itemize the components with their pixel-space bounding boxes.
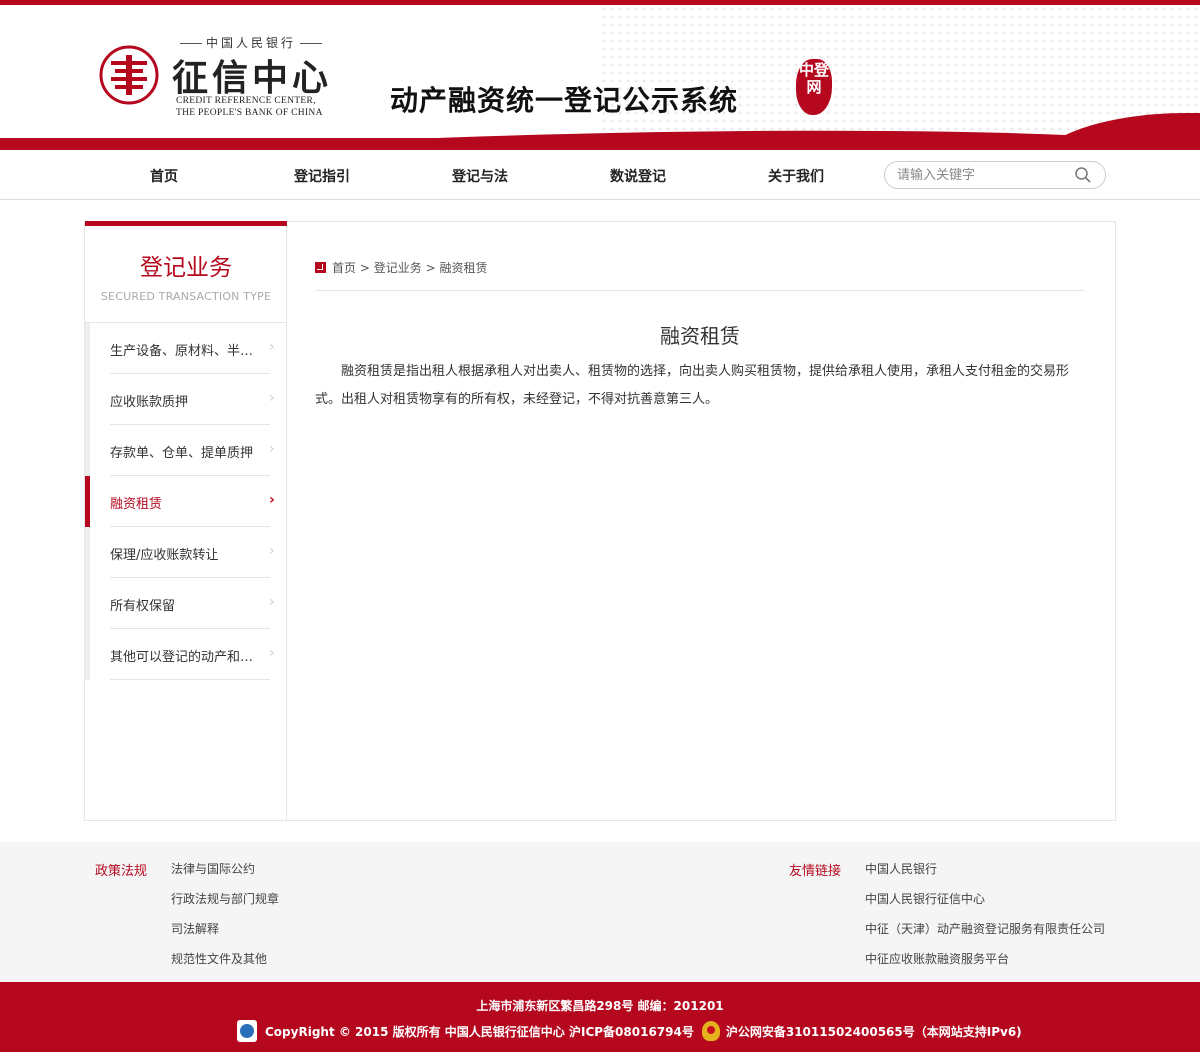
breadcrumb-separator: > (359, 261, 370, 275)
sidebar-item-label: 应收账款质押 (110, 395, 189, 410)
sidebar-item-label: 其他可以登记的动产和… (110, 650, 254, 665)
sidebar-subtitle: SECURED TRANSACTION TYPE (100, 290, 272, 303)
article-title: 融资租赁 (660, 324, 740, 348)
footer-address: 上海市浦东新区繁昌路298号 邮编：201201 (476, 999, 724, 1013)
content-area: 首页 > 登记业务 > 融资租赁 融资租赁 融资租赁是指出租人根据承租人对出卖人… (315, 222, 1085, 821)
friend-link-pboc[interactable]: 中国人民银行 (865, 860, 937, 877)
sidebar-title: 登记业务 (140, 255, 232, 281)
logo-english-line2: THE PEOPLE'S BANK OF CHINA (176, 108, 323, 118)
footer-copyright: CopyRight © 2015 版权所有 中国人民银行征信中心 沪ICP备08… (265, 1025, 694, 1039)
breadcrumb-current: 融资租赁 (439, 261, 488, 275)
policy-link-normative[interactable]: 规范性文件及其他 (171, 950, 267, 967)
main-panel: 登记业务 SECURED TRANSACTION TYPE 生产设备、原材料、半… (84, 221, 1116, 821)
sidebar-item-factoring[interactable]: 保理/应收账款转让 › (85, 527, 287, 578)
logo-english-line1: CREDIT REFERENCE CENTER, (176, 96, 316, 106)
sidebar-item-label: 存款单、仓单、提单质押 (110, 446, 254, 461)
sidebar-item-equipment[interactable]: 生产设备、原材料、半… › (85, 323, 287, 374)
policy-heading: 政策法规 (95, 864, 148, 879)
gov-badge-icon[interactable] (237, 1020, 257, 1042)
logo-chinese-name: 征信中心 (172, 57, 333, 99)
footer-copyright-row: CopyRight © 2015 版权所有 中国人民银行征信中心 沪ICP备08… (237, 1020, 1022, 1042)
chevron-right-icon: › (269, 441, 275, 457)
breadcrumb: 首页 > 登记业务 > 融资租赁 (315, 259, 487, 276)
sidebar-item-retention-of-title[interactable]: 所有权保留 › (85, 578, 287, 629)
sidebar-item-receivables-pledge[interactable]: 应收账款质押 › (85, 374, 287, 425)
search-input[interactable] (897, 166, 1067, 184)
active-indicator (85, 476, 90, 527)
friend-link-zhongzheng-tianjin[interactable]: 中征（天津）动产融资登记服务有限责任公司 (865, 920, 1105, 937)
sidebar: 登记业务 SECURED TRANSACTION TYPE 生产设备、原材料、半… (85, 221, 287, 821)
friend-links-heading: 友情链接 (789, 864, 842, 879)
sidebar-item-label: 生产设备、原材料、半… (110, 344, 254, 359)
chevron-right-icon: › (269, 645, 275, 661)
sidebar-item-deposit-pledge[interactable]: 存款单、仓单、提单质押 › (85, 425, 287, 476)
footer-links: 政策法规 法律与国际公约 行政法规与部门规章 司法解释 规范性文件及其他 友情链… (0, 842, 1200, 982)
header-red-band (0, 138, 1200, 150)
friend-link-receivables-platform[interactable]: 中征应收账款融资服务平台 (865, 950, 1009, 967)
chevron-right-icon: › (269, 543, 275, 559)
police-badge-icon[interactable] (701, 1021, 720, 1041)
chevron-right-icon: › (269, 390, 275, 406)
site-header: 中国人民银行 征信中心 CREDIT REFERENCE CENTER, THE… (0, 5, 1200, 150)
nav-guide[interactable]: 登记指引 (294, 166, 350, 186)
main-nav: 首页 登记指引 登记与法 数说登记 关于我们 (0, 150, 1200, 200)
site-footer: 上海市浦东新区繁昌路298号 邮编：201201 CopyRight © 201… (0, 982, 1200, 1052)
footer-police-record[interactable]: 沪公网安备31011502400565号（本网站支持IPv6) (726, 1025, 1022, 1039)
policy-link-regulations[interactable]: 行政法规与部门规章 (171, 890, 279, 907)
sidebar-item-financial-leasing[interactable]: 融资租赁 › (85, 476, 287, 527)
system-title: 动产融资统一登记公示系统 (390, 84, 739, 117)
nav-law[interactable]: 登记与法 (452, 166, 508, 186)
breadcrumb-separator: > (425, 261, 436, 275)
breadcrumb-icon (315, 262, 326, 273)
policy-link-law[interactable]: 法律与国际公约 (171, 860, 255, 877)
sidebar-item-label: 保理/应收账款转让 (110, 548, 219, 563)
seal-logo: 中登网 (796, 59, 832, 115)
search-icon[interactable] (1074, 166, 1092, 184)
friend-link-crc[interactable]: 中国人民银行征信中心 (865, 890, 985, 907)
breadcrumb-category[interactable]: 登记业务 (374, 261, 422, 275)
chevron-right-icon: › (269, 594, 275, 610)
breadcrumb-home[interactable]: 首页 (332, 261, 356, 275)
pboc-logo-icon (99, 45, 159, 105)
sidebar-item-label: 融资租赁 (110, 497, 163, 512)
chevron-right-icon: › (269, 339, 275, 355)
search-box (884, 161, 1106, 189)
article-body: 融资租赁是指出租人根据承租人对出卖人、租赁物的选择，向出卖人购买租赁物，提供给承… (315, 364, 1070, 407)
chevron-right-icon: › (269, 492, 275, 508)
sidebar-item-other[interactable]: 其他可以登记的动产和… › (85, 629, 287, 680)
sidebar-accent-bar (85, 221, 287, 226)
policy-link-judicial[interactable]: 司法解释 (171, 920, 219, 937)
nav-statistics[interactable]: 数说登记 (610, 166, 666, 186)
nav-home[interactable]: 首页 (150, 166, 178, 186)
breadcrumb-divider (315, 290, 1085, 291)
sidebar-item-label: 所有权保留 (110, 599, 176, 614)
nav-about[interactable]: 关于我们 (768, 166, 824, 186)
